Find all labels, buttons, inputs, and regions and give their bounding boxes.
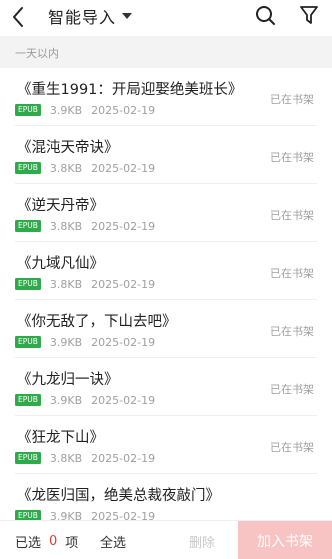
book-title: 《九域凡仙》 <box>17 256 104 272</box>
shelf-status: 已在书架 <box>270 267 314 280</box>
list-item[interactable]: 《狂龙下山》 EPUB 3.8KB 2025-02-19 已在书架 <box>0 416 332 474</box>
selection-summary: 已选 0 项 <box>15 532 78 551</box>
book-meta: EPUB 3.8KB 2025-02-19 <box>15 277 155 291</box>
book-meta: EPUB 3.9KB 2025-02-19 <box>15 393 155 407</box>
file-size: 3.9KB <box>49 335 83 349</box>
file-date: 2025-02-19 <box>91 103 156 117</box>
list-item[interactable]: 《重生1991：开局迎娶绝美班长》 EPUB 3.9KB 2025-02-19 … <box>0 68 332 126</box>
list-item[interactable]: 《你无敌了，下山去吧》 EPUB 3.9KB 2025-02-19 已在书架 <box>0 300 332 358</box>
book-title: 《你无敌了，下山去吧》 <box>17 314 177 330</box>
file-date: 2025-02-19 <box>91 277 156 291</box>
book-title: 《逆天丹帝》 <box>17 198 104 214</box>
book-meta: EPUB 3.9KB 2025-02-19 <box>15 103 155 117</box>
search-icon <box>256 6 275 25</box>
file-date: 2025-02-19 <box>91 393 156 407</box>
book-list: 《重生1991：开局迎娶绝美班长》 EPUB 3.9KB 2025-02-19 … <box>0 68 332 532</box>
file-size: 3.8KB <box>49 161 83 175</box>
list-item[interactable]: 《九域凡仙》 EPUB 3.8KB 2025-02-19 已在书架 <box>0 242 332 300</box>
file-size: 3.8KB <box>49 277 83 291</box>
section-header: 一天以内 <box>0 36 332 68</box>
chevron-left-icon <box>13 7 23 27</box>
shelf-status: 已在书架 <box>270 93 314 106</box>
file-size: 3.9KB <box>49 393 83 407</box>
file-size: 3.9KB <box>49 103 83 117</box>
format-badge: EPUB <box>15 452 41 464</box>
format-badge: EPUB <box>15 220 41 232</box>
book-title: 《混沌天帝诀》 <box>17 140 119 156</box>
list-item[interactable]: 《逆天丹帝》 EPUB 3.8KB 2025-02-19 已在书架 <box>0 184 332 242</box>
book-title: 《九龙归一诀》 <box>17 372 119 388</box>
file-date: 2025-02-19 <box>91 161 156 175</box>
back-button[interactable] <box>6 4 32 30</box>
book-meta: EPUB 3.9KB 2025-02-19 <box>15 335 155 349</box>
format-badge: EPUB <box>15 162 41 174</box>
selected-prefix: 已选 <box>15 536 42 551</box>
select-all-button[interactable]: 全选 <box>100 532 126 551</box>
section-label: 一天以内 <box>15 47 59 60</box>
file-date: 2025-02-19 <box>91 451 156 465</box>
top-bar: 智能导入 <box>0 0 332 36</box>
search-button[interactable] <box>254 4 276 26</box>
format-badge: EPUB <box>15 394 41 406</box>
book-title: 《狂龙下山》 <box>17 430 104 446</box>
book-meta: EPUB 3.8KB 2025-02-19 <box>15 451 155 465</box>
page-title: 智能导入 <box>48 8 117 27</box>
selected-count: 0 <box>49 534 58 549</box>
book-meta: EPUB 3.8KB 2025-02-19 <box>15 161 155 175</box>
caret-down-icon <box>122 13 133 19</box>
file-size: 3.8KB <box>49 451 83 465</box>
add-to-shelf-button[interactable]: 加入书架 <box>238 521 332 559</box>
book-title: 《龙医归国，绝美总裁夜敲门》 <box>17 488 220 504</box>
file-date: 2025-02-19 <box>91 335 156 349</box>
shelf-status: 已在书架 <box>270 383 314 396</box>
book-title: 《重生1991：开局迎娶绝美班长》 <box>17 82 243 98</box>
format-badge: EPUB <box>15 104 41 116</box>
format-badge: EPUB <box>15 336 41 348</box>
shelf-status: 已在书架 <box>270 209 314 222</box>
file-date: 2025-02-19 <box>91 219 156 233</box>
title-dropdown[interactable]: 智能导入 <box>48 4 134 28</box>
shelf-status: 已在书架 <box>270 325 314 338</box>
delete-button[interactable]: 删除 <box>189 532 215 551</box>
format-badge: EPUB <box>15 278 41 290</box>
shelf-status: 已在书架 <box>270 441 314 454</box>
list-item[interactable]: 《九龙归一诀》 EPUB 3.9KB 2025-02-19 已在书架 <box>0 358 332 416</box>
book-meta: EPUB 3.8KB 2025-02-19 <box>15 219 155 233</box>
filter-icon <box>300 6 318 24</box>
filter-button[interactable] <box>299 5 319 25</box>
list-item[interactable]: 《混沌天帝诀》 EPUB 3.8KB 2025-02-19 已在书架 <box>0 126 332 184</box>
shelf-status: 已在书架 <box>270 151 314 164</box>
selected-suffix: 项 <box>65 536 79 551</box>
bottom-action-bar: 已选 0 项 全选 删除 加入书架 <box>0 520 332 559</box>
file-size: 3.8KB <box>49 219 83 233</box>
